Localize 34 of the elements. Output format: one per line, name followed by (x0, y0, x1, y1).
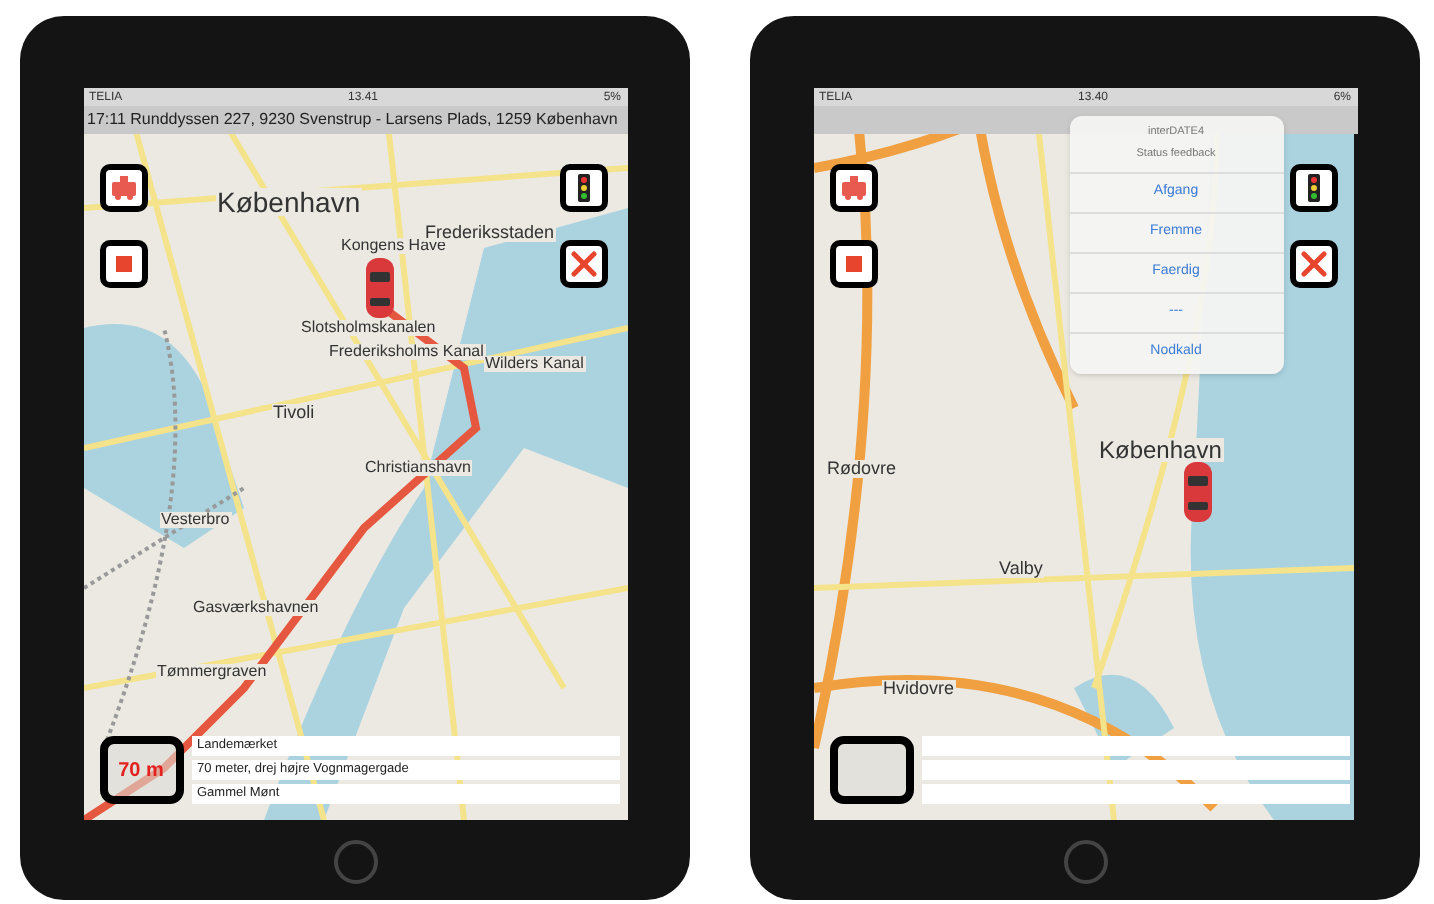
tools-icon-button[interactable] (559, 240, 607, 288)
stop-icon (115, 256, 131, 272)
traffic-light-icon-button[interactable] (1289, 164, 1337, 212)
map-label: Frederiksholms Kanal (327, 344, 486, 360)
map-label: Vesterbro (159, 512, 232, 528)
ambulance-icon (839, 176, 867, 200)
traffic-light-icon (1307, 174, 1319, 202)
ambulance-icon (109, 176, 137, 200)
map-label: Hvidovre (881, 680, 957, 698)
map-label: Tømmergraven (155, 664, 269, 680)
map-label: Slotsholmskanalen (299, 320, 438, 336)
map-label: Gasværkshavnen (191, 600, 321, 616)
map-label: København (1097, 438, 1224, 462)
map-label: Valby (997, 560, 1045, 578)
tools-icon (1299, 250, 1327, 278)
map-label: Tivoli (271, 404, 317, 422)
stop-icon-button[interactable] (99, 240, 147, 288)
stop-icon-button[interactable] (829, 240, 877, 288)
stop-icon (845, 256, 861, 272)
map-label: Kongens Have (339, 238, 448, 254)
traffic-light-icon (577, 174, 589, 202)
ambulance-icon-button[interactable] (829, 164, 877, 212)
tools-icon (569, 250, 597, 278)
address-text: 17:11 Runddyssen 227, 9230 Svenstrup - Larsens Plads, 1259 København (87, 108, 618, 132)
map-label: København (215, 188, 363, 216)
tools-icon-button[interactable] (1289, 240, 1337, 288)
map-label: Christianshavn (363, 460, 473, 476)
ambulance-icon-button[interactable] (99, 164, 147, 212)
traffic-light-icon-button[interactable] (559, 164, 607, 212)
distance-box (829, 736, 913, 804)
map-label: Wilders Kanal (483, 356, 586, 372)
map-label: Frederiksstaden (423, 224, 557, 242)
distance-text: 70 m (118, 757, 164, 785)
map-label: Rødovre (825, 460, 899, 478)
